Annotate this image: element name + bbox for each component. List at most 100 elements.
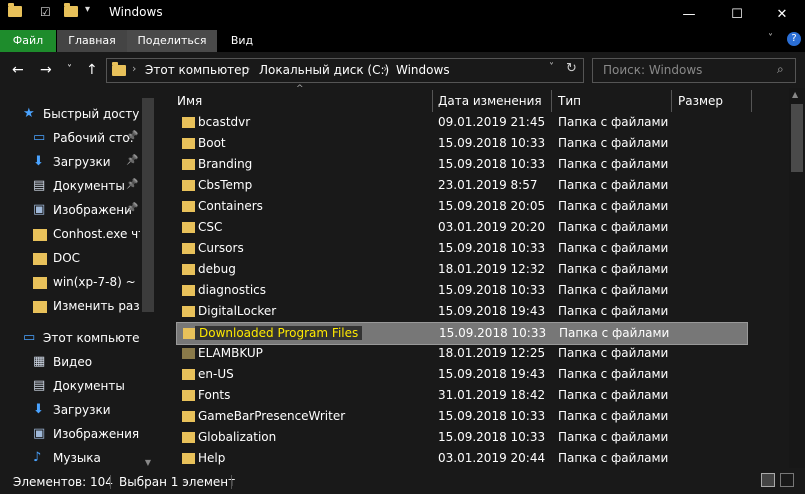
folder-icon — [182, 348, 195, 359]
file-date: 31.01.2019 18:42 — [438, 388, 546, 402]
sidebar-item-this-pc[interactable]: ▭ Этот компьютер — [0, 328, 140, 350]
pin-icon: 📌 — [126, 179, 139, 190]
sidebar-item-videos[interactable]: ▦ Видео — [0, 352, 140, 374]
search-input[interactable]: Поиск: Windows ⌕ — [592, 58, 796, 83]
file-row[interactable]: CbsTemp 23.01.2019 8:57 Папка с файлами — [176, 175, 746, 196]
window-title: Windows — [109, 5, 163, 19]
sidebar-item-resize[interactable]: Изменить разме — [0, 296, 140, 318]
sidebar-item-downloads-pc[interactable]: ⬇ Загрузки — [0, 400, 140, 422]
file-row[interactable]: DigitalLocker 15.09.2018 19:43 Папка с фай… — [176, 301, 746, 322]
folder-icon — [182, 201, 195, 212]
file-row[interactable]: Globalization 15.09.2018 10:33 Папка с фай… — [176, 427, 746, 448]
column-divider[interactable] — [751, 90, 752, 112]
properties-icon[interactable]: ☑ — [40, 5, 51, 19]
expand-ribbon-icon[interactable]: ˅ — [768, 33, 773, 44]
file-type: Папка с файлами — [558, 367, 669, 381]
breadcrumb-local-disk[interactable]: Локальный диск (C:) — [259, 63, 389, 77]
column-header-type[interactable]: Тип — [558, 94, 581, 108]
scrollbar-thumb[interactable] — [791, 104, 803, 172]
file-row[interactable]: Fonts 31.01.2019 18:42 Папка с файлами — [176, 385, 746, 406]
file-row[interactable]: Help 03.01.2019 20:44 Папка с файлами — [176, 448, 746, 469]
sidebar-item-desktop[interactable]: ▭ Рабочий сто. 📌 — [0, 128, 140, 150]
chevron-right-icon[interactable]: › — [246, 62, 250, 75]
file-row[interactable]: CSC 03.01.2019 20:20 Папка с файлами — [176, 217, 746, 238]
file-row[interactable]: bcastdvr 09.01.2019 21:45 Папка с файлами — [176, 112, 746, 133]
help-button[interactable]: ? — [787, 32, 801, 46]
tab-home[interactable]: Главная — [57, 30, 127, 52]
sidebar-item-label: DOC — [53, 251, 81, 265]
file-row[interactable]: debug 18.01.2019 12:32 Папка с файлами — [176, 259, 746, 280]
new-folder-icon[interactable] — [64, 3, 78, 20]
recent-locations-icon[interactable]: ˅ — [67, 60, 72, 80]
close-button[interactable]: ✕ — [759, 0, 805, 28]
breadcrumb-this-pc[interactable]: Этот компьютер — [145, 63, 249, 77]
large-icons-view-icon[interactable] — [780, 473, 794, 487]
folder-icon — [8, 3, 22, 20]
details-view-icon[interactable] — [761, 473, 775, 487]
column-divider[interactable] — [671, 90, 672, 112]
column-divider[interactable] — [432, 90, 433, 112]
tab-share[interactable]: Поделиться — [127, 30, 217, 52]
file-row[interactable]: en-US 15.09.2018 19:43 Папка с файлами — [176, 364, 746, 385]
scroll-down-icon[interactable]: ▼ — [142, 458, 154, 468]
sidebar-item-conhost[interactable]: Conhost.exe что — [0, 224, 140, 246]
sidebar-item-label: Документы — [53, 379, 125, 393]
file-date: 18.01.2019 12:25 — [438, 346, 546, 360]
divider — [231, 475, 232, 489]
maximize-button[interactable]: ☐ — [714, 0, 760, 28]
file-row[interactable]: Branding 15.09.2018 10:33 Папка с файлами — [176, 154, 746, 175]
minimize-button[interactable]: — — [666, 0, 712, 28]
file-row[interactable]: Cursors 15.09.2018 10:33 Папка с файлами — [176, 238, 746, 259]
nav-pane-scrollbar[interactable] — [142, 98, 154, 312]
file-date: 15.09.2018 19:43 — [438, 367, 546, 381]
file-type: Папка с файлами — [558, 451, 669, 465]
file-type: Папка с файлами — [558, 409, 669, 423]
column-header-name[interactable]: Имя — [177, 94, 202, 108]
folder-icon — [182, 117, 195, 128]
customize-toolbar-icon[interactable]: ▾ — [85, 4, 90, 15]
file-row[interactable]: Boot 15.09.2018 10:33 Папка с файлами — [176, 133, 746, 154]
sidebar-item-downloads[interactable]: ⬇ Загрузки 📌 — [0, 152, 140, 174]
folder-icon — [182, 243, 195, 254]
folder-icon — [182, 138, 195, 149]
sidebar-item-music[interactable]: ♪ Музыка — [0, 448, 140, 470]
column-header-size[interactable]: Размер — [678, 94, 723, 108]
sidebar-item-doc[interactable]: DOC — [0, 248, 140, 270]
file-row[interactable]: Downloaded Program Files 15.09.2018 10:33… — [176, 322, 748, 345]
sidebar-item-pictures-pc[interactable]: ▣ Изображения — [0, 424, 140, 446]
file-date: 09.01.2019 21:45 — [438, 115, 546, 129]
search-icon[interactable]: ⌕ — [777, 62, 784, 77]
file-row[interactable]: ELAMBKUP 18.01.2019 12:25 Папка с файлами — [176, 343, 746, 364]
sidebar-item-pictures[interactable]: ▣ Изображени 📌 — [0, 200, 140, 222]
sidebar-item-quick-access[interactable]: ★ Быстрый доступ — [0, 104, 140, 126]
file-row[interactable]: GameBarPresenceWriter 15.09.2018 10:33 Пап… — [176, 406, 746, 427]
sidebar-item-label: Этот компьютер — [43, 331, 140, 345]
up-arrow-icon[interactable]: ↑ — [86, 60, 98, 80]
pin-icon: 📌 — [126, 131, 139, 142]
sidebar-item-documents[interactable]: ▤ Документы 📌 — [0, 176, 140, 198]
documents-icon: ▤ — [33, 178, 46, 193]
forward-arrow-icon[interactable]: → — [40, 60, 52, 80]
file-name: diagnostics — [198, 283, 267, 297]
chevron-right-icon[interactable]: › — [132, 62, 136, 75]
address-dropdown-icon[interactable]: ˅ — [549, 62, 554, 73]
sidebar-item-winxp[interactable]: win(xp-7-8) ~ lin — [0, 272, 140, 294]
sidebar-item-label: Видео — [53, 355, 93, 369]
breadcrumb-windows[interactable]: Windows — [396, 63, 450, 77]
tab-file[interactable]: Файл — [0, 30, 56, 52]
file-name: Containers — [198, 199, 263, 213]
scroll-up-icon[interactable]: ▲ — [792, 90, 798, 99]
column-header-date[interactable]: Дата изменения — [438, 94, 542, 108]
file-row[interactable]: Containers 15.09.2018 20:05 Папка с файлам… — [176, 196, 746, 217]
tab-view[interactable]: Вид — [217, 30, 267, 52]
file-name: ELAMBKUP — [198, 346, 263, 360]
sidebar-item-label: Conhost.exe что — [53, 227, 140, 241]
back-arrow-icon[interactable]: ← — [12, 60, 24, 80]
file-row[interactable]: diagnostics 15.09.2018 10:33 Папка с файла… — [176, 280, 746, 301]
chevron-right-icon[interactable]: › — [383, 62, 387, 75]
file-date: 15.09.2018 10:33 — [438, 157, 546, 171]
sidebar-item-documents-pc[interactable]: ▤ Документы — [0, 376, 140, 398]
address-bar[interactable]: › Этот компьютер › Локальный диск (C:) ›… — [106, 58, 584, 83]
column-divider[interactable] — [551, 90, 552, 112]
refresh-icon[interactable]: ↻ — [566, 61, 577, 76]
